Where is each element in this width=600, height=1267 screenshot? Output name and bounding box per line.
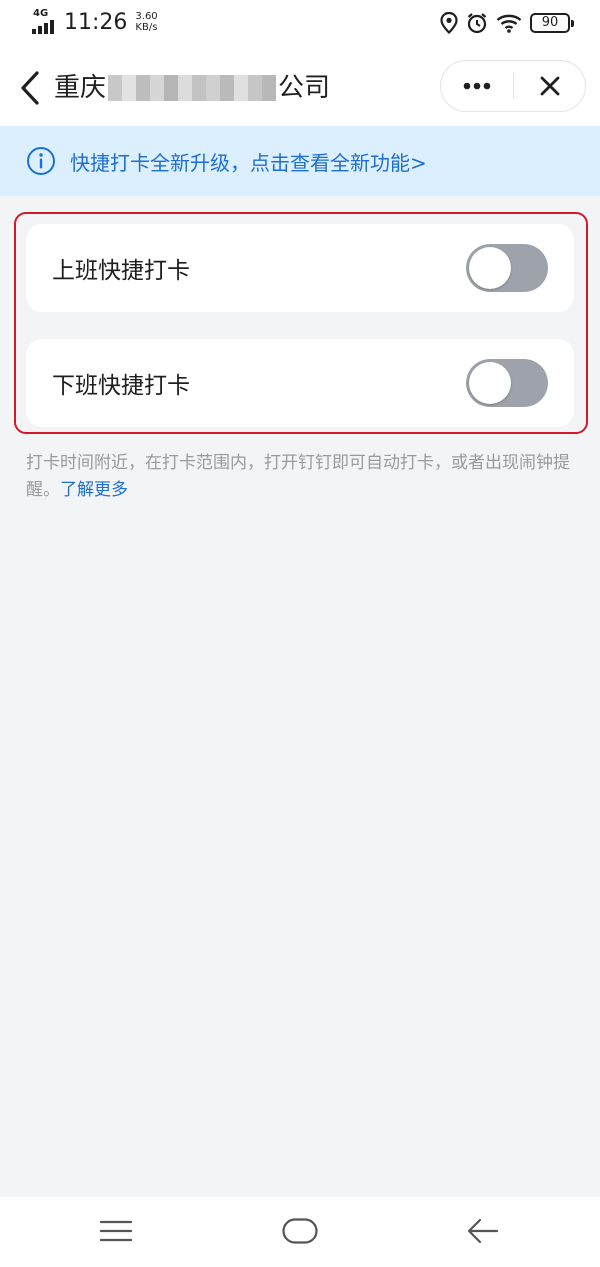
more-dots-icon (463, 82, 491, 90)
more-button[interactable] (441, 61, 513, 111)
status-left: 4G 11:26 3.60 KB/s (32, 8, 158, 36)
setting-label: 下班快捷打卡 (52, 373, 190, 399)
back-button[interactable] (12, 66, 48, 110)
signal-bars-icon (32, 20, 54, 34)
setting-row-clock-in: 上班快捷打卡 (26, 224, 574, 312)
nav-bar: 重庆 公司 (0, 48, 600, 126)
cellular-signal: 4G (32, 8, 58, 36)
home-button[interactable] (270, 1211, 330, 1251)
toggle-knob (469, 247, 511, 289)
info-icon (27, 147, 55, 175)
home-icon (282, 1218, 318, 1244)
title-suffix: 公司 (278, 73, 331, 103)
system-navigation-bar (0, 1197, 600, 1267)
chevron-left-icon (21, 71, 39, 105)
clock-in-quick-toggle[interactable] (466, 244, 548, 292)
setting-row-clock-out: 下班快捷打卡 (26, 339, 574, 427)
back-arrow-icon (467, 1218, 499, 1244)
location-icon (440, 12, 458, 34)
battery-level: 90 (541, 15, 559, 30)
learn-more-link[interactable]: 了解更多 (60, 480, 128, 500)
close-button[interactable] (514, 61, 585, 111)
upgrade-notice-banner[interactable]: 快捷打卡全新升级，点击查看全新功能> (0, 126, 600, 196)
notice-text: 快捷打卡全新升级，点击查看全新功能> (70, 150, 427, 175)
alarm-icon (467, 13, 487, 34)
network-type: 4G (33, 8, 49, 19)
clock: 11:26 (64, 10, 128, 35)
quick-punch-description: 打卡时间附近，在打卡范围内，打开钉钉即可自动打卡，或者出现闹钟提醒。了解更多 (26, 450, 574, 504)
page-title: 重庆 公司 (54, 71, 330, 105)
menu-button[interactable] (86, 1211, 146, 1251)
speed-value: 3.60 (135, 11, 158, 22)
system-back-button[interactable] (453, 1211, 513, 1251)
setting-label: 上班快捷打卡 (52, 258, 190, 284)
title-prefix: 重庆 (54, 73, 107, 103)
network-speed: 3.60 KB/s (135, 10, 157, 33)
speed-unit: KB/s (135, 22, 158, 33)
status-right: 90 (440, 12, 574, 34)
status-bar: 4G 11:26 3.60 KB/s 90 (0, 0, 600, 48)
mini-program-capsule (440, 60, 586, 112)
wifi-icon (496, 14, 522, 33)
menu-icon (100, 1220, 132, 1242)
redacted-text (108, 75, 277, 101)
close-icon (540, 76, 559, 96)
clock-out-quick-toggle[interactable] (466, 359, 548, 407)
battery-icon: 90 (530, 13, 574, 33)
toggle-knob (469, 362, 511, 404)
